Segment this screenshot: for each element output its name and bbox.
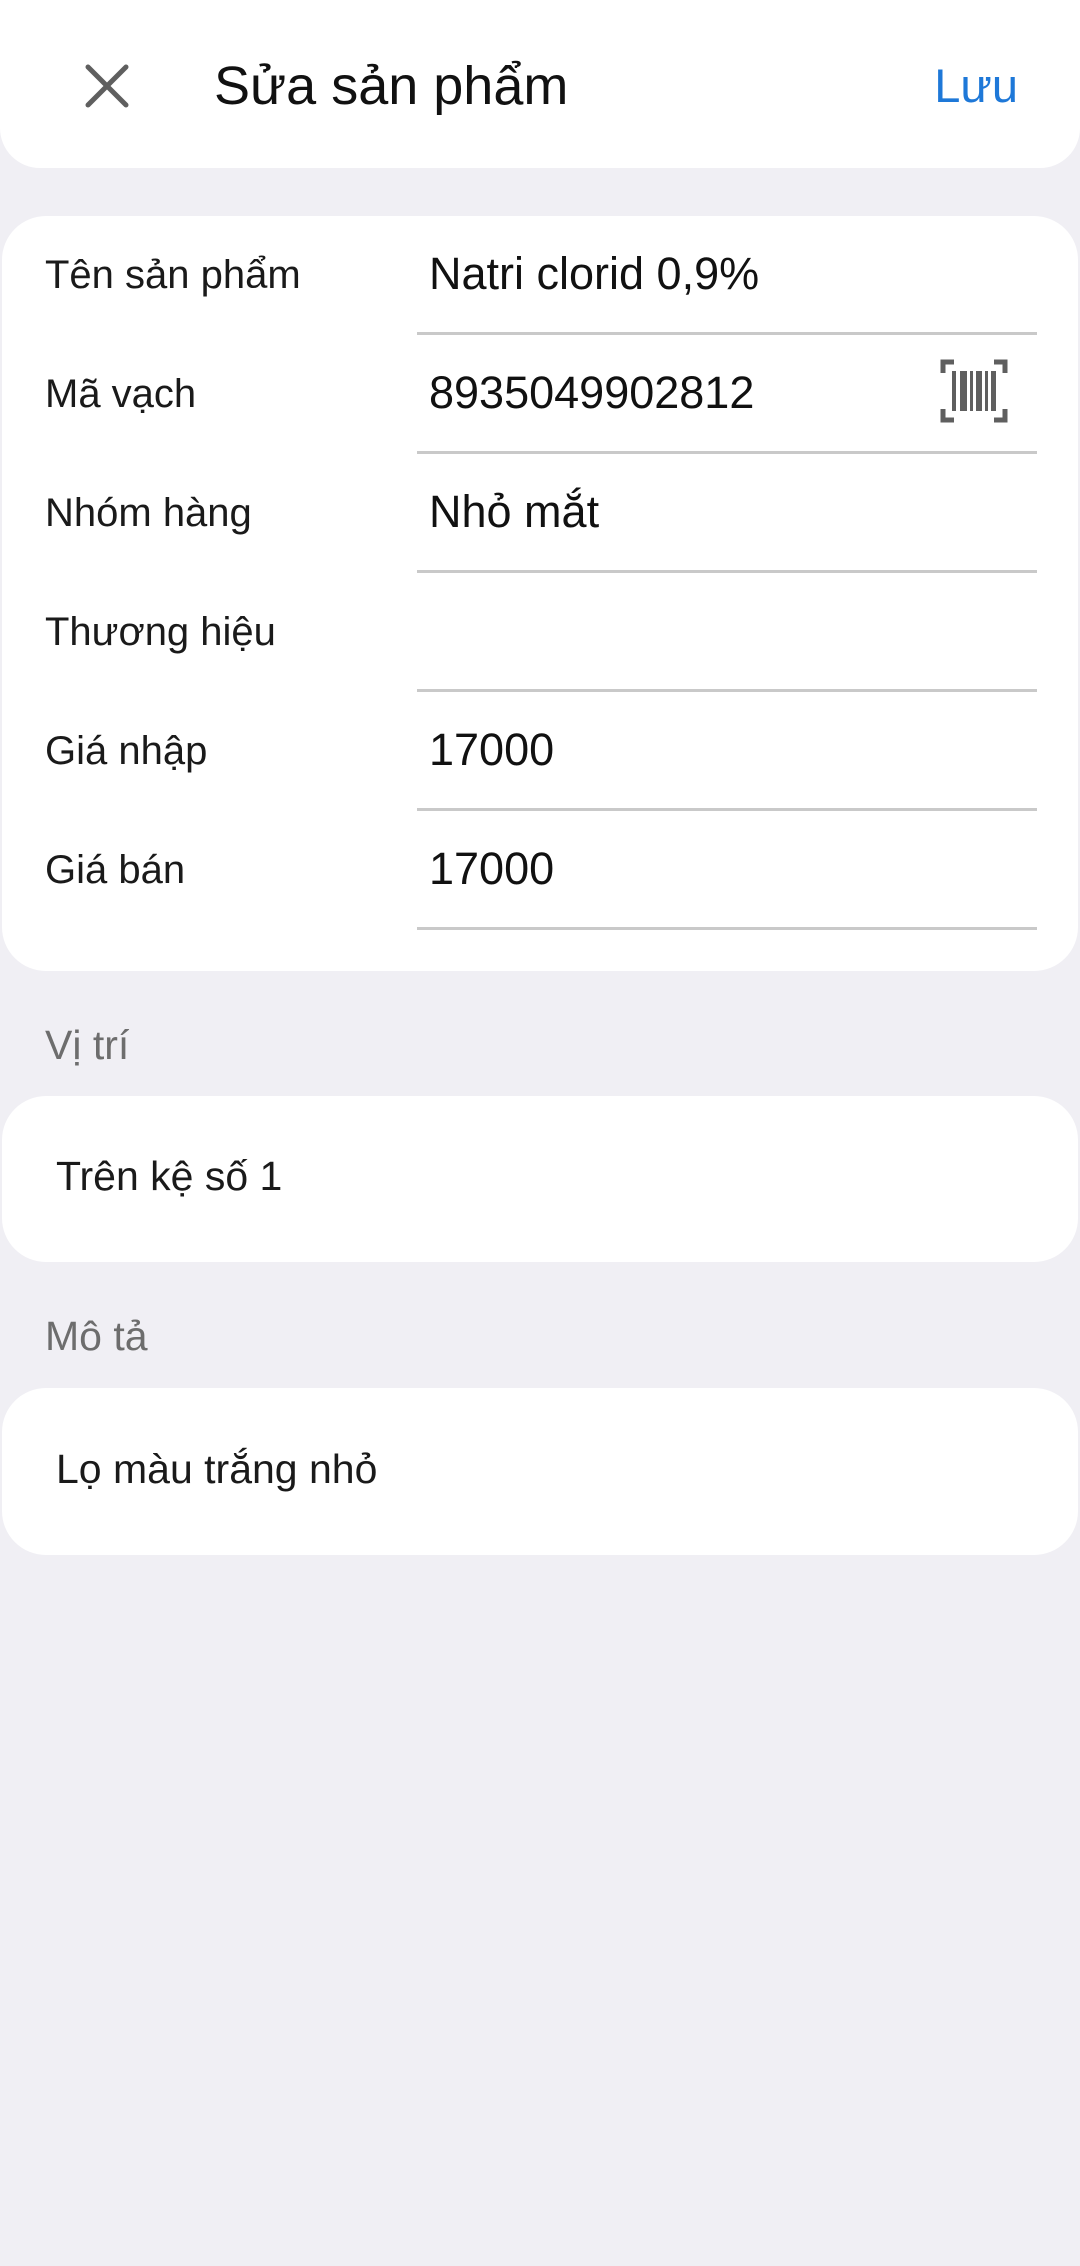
close-icon [85, 64, 129, 108]
description-input[interactable]: Lọ màu trắng nhỏ [56, 1443, 377, 1495]
close-button[interactable] [67, 46, 147, 126]
location-section-label: Vị trí [45, 1022, 130, 1068]
product-form-card: Tên sản phẩm Natri clorid 0,9% Mã vạch 8… [2, 216, 1078, 971]
import-price-label: Giá nhập [45, 729, 208, 773]
save-button[interactable]: Lưu [934, 56, 1018, 116]
sale-price-label: Giá bán [45, 848, 186, 892]
location-input[interactable]: Trên kệ số 1 [56, 1150, 282, 1202]
barcode-scan-button[interactable] [940, 359, 1008, 423]
field-row-sale-price: Giá bán 17000 [2, 811, 1078, 930]
product-name-input[interactable]: Natri clorid 0,9% [429, 246, 759, 302]
brand-label: Thương hiệu [45, 610, 276, 654]
import-price-input[interactable]: 17000 [429, 722, 554, 778]
field-row-barcode: Mã vạch 8935049902812 [2, 335, 1078, 454]
description-section-label: Mô tả [45, 1313, 148, 1359]
barcode-input[interactable]: 8935049902812 [429, 365, 754, 421]
category-input[interactable]: Nhỏ mắt [429, 484, 599, 540]
description-card[interactable]: Lọ màu trắng nhỏ [2, 1388, 1078, 1555]
field-row-import-price: Giá nhập 17000 [2, 692, 1078, 811]
page-title: Sửa sản phẩm [214, 56, 569, 116]
location-card[interactable]: Trên kệ số 1 [2, 1096, 1078, 1262]
field-row-category: Nhóm hàng Nhỏ mắt [2, 454, 1078, 573]
barcode-scan-icon [940, 359, 1008, 423]
field-row-product-name: Tên sản phẩm Natri clorid 0,9% [2, 216, 1078, 335]
app-bar: Sửa sản phẩm Lưu [0, 0, 1080, 168]
category-label: Nhóm hàng [45, 491, 252, 535]
barcode-label: Mã vạch [45, 372, 197, 416]
product-name-label: Tên sản phẩm [45, 253, 301, 297]
sale-price-underline [417, 927, 1037, 930]
sale-price-input[interactable]: 17000 [429, 841, 554, 897]
field-row-brand: Thương hiệu [2, 573, 1078, 692]
